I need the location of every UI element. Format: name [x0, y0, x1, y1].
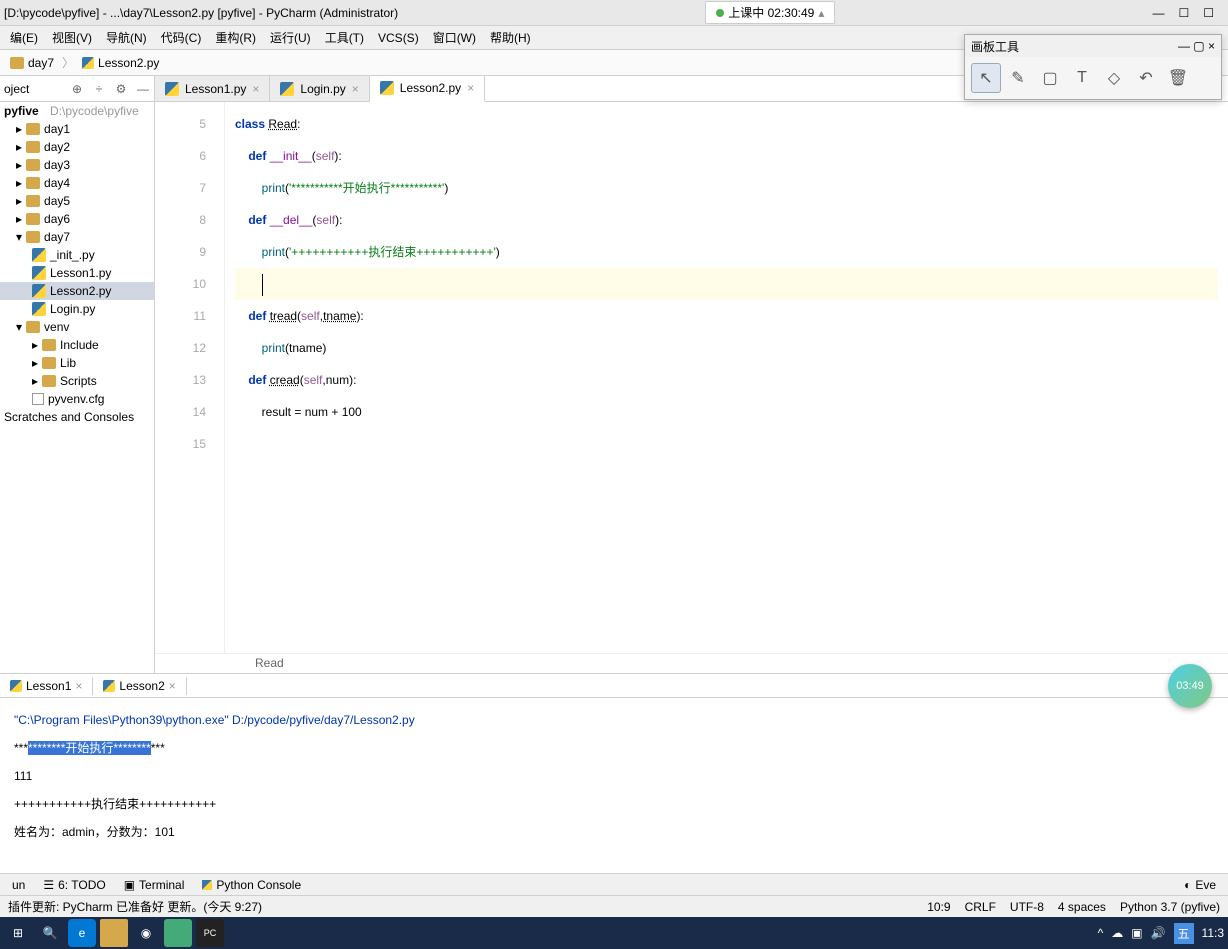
tree-dir[interactable]: ▸ day1 — [0, 120, 154, 138]
trash-icon[interactable]: 🗑 — [1163, 63, 1193, 93]
tree-file-active[interactable]: Lesson2.py — [0, 282, 154, 300]
menu-navigate[interactable]: 导航(N) — [100, 27, 153, 48]
status-eol[interactable]: CRLF — [965, 900, 996, 914]
tree-file[interactable]: Login.py — [0, 300, 154, 318]
app-icon[interactable] — [164, 919, 192, 947]
tree-scratch[interactable]: Scratches and Consoles — [0, 408, 154, 426]
status-indent[interactable]: 4 spaces — [1058, 900, 1106, 914]
text-tool-icon[interactable]: T — [1067, 63, 1097, 93]
crumb-file[interactable]: Lesson2.py — [78, 54, 163, 72]
menu-tools[interactable]: 工具(T) — [319, 27, 370, 48]
max-icon[interactable]: ▢ — [1193, 39, 1204, 53]
menu-edit[interactable]: 编(E) — [4, 27, 44, 48]
tree-dir[interactable]: ▸ day5 — [0, 192, 154, 210]
tree-dir[interactable]: ▸ day4 — [0, 174, 154, 192]
tab-lesson2[interactable]: Lesson2.py× — [370, 76, 485, 102]
tree-dir[interactable]: ▸ day6 — [0, 210, 154, 228]
status-bar: 插件更新: PyCharm 已准备好 更新。(今天 9:27) 10:9 CRL… — [0, 895, 1228, 917]
menu-vcs[interactable]: VCS(S) — [372, 29, 425, 47]
status-pos[interactable]: 10:9 — [927, 900, 950, 914]
tray-vol-icon[interactable]: 🔊 — [1151, 926, 1166, 940]
menu-code[interactable]: 代码(C) — [155, 27, 208, 48]
edge-icon[interactable]: e — [68, 919, 96, 947]
tab-events[interactable]: ◐ Eve — [1176, 876, 1224, 894]
cursor-tool-icon[interactable]: ↖ — [971, 63, 1001, 93]
pen-tool-icon[interactable]: ✎ — [1003, 63, 1033, 93]
status-enc[interactable]: UTF-8 — [1010, 900, 1044, 914]
run-tab-lesson2[interactable]: Lesson2× — [93, 677, 186, 695]
tree-dir[interactable]: ▸ Scripts — [0, 372, 154, 390]
editor-breadcrumb: Read — [155, 653, 1228, 673]
timer-badge[interactable]: 03:49 — [1168, 664, 1212, 708]
chrome-icon[interactable]: ◉ — [132, 919, 160, 947]
tray-time[interactable]: 11:3 — [1202, 926, 1224, 940]
explorer-icon[interactable] — [100, 919, 128, 947]
tab-pyconsole[interactable]: Python Console — [194, 876, 309, 894]
collapse-icon[interactable]: ÷ — [92, 82, 106, 96]
status-interp[interactable]: Python 3.7 (pyfive) — [1120, 900, 1220, 914]
tab-run[interactable]: un — [4, 876, 33, 894]
undo-icon[interactable]: ↶ — [1131, 63, 1161, 93]
close-tab-icon[interactable]: × — [467, 81, 474, 95]
tool-tabs: un ☰ 6: TODO ▣ Terminal Python Console ◐… — [0, 873, 1228, 895]
menu-run[interactable]: 运行(U) — [264, 27, 317, 48]
tree-file[interactable]: pyvenv.cfg — [0, 390, 154, 408]
maximize-icon[interactable]: ☐ — [1178, 6, 1189, 20]
target-icon[interactable]: ⊕ — [70, 82, 84, 96]
hide-icon[interactable]: — — [136, 82, 150, 96]
gutter: 5 6 7 8 9 10 11 12 13 14 15 — [155, 102, 225, 653]
minimize-icon[interactable]: — — [1152, 6, 1164, 20]
tree-dir[interactable]: ▾ day7 — [0, 228, 154, 246]
status-msg: 插件更新: PyCharm 已准备好 更新。(今天 9:27) — [8, 898, 927, 915]
tab-terminal[interactable]: ▣ Terminal — [116, 876, 193, 894]
close-tab-icon[interactable]: × — [252, 82, 259, 96]
window-title: [D:\pycode\pyfive] - ...\day7\Lesson2.py… — [4, 6, 398, 20]
code-editor[interactable]: 5 6 7 8 9 10 11 12 13 14 15 class Read: … — [155, 102, 1228, 653]
tray-net-icon[interactable]: ▣ — [1131, 926, 1142, 940]
tab-todo[interactable]: ☰ 6: TODO — [35, 876, 113, 894]
search-icon[interactable]: 🔍 — [36, 919, 64, 947]
close-icon[interactable]: ☐ — [1203, 6, 1214, 20]
tray-up-icon[interactable]: ^ — [1098, 926, 1104, 940]
tree-root[interactable]: pyfive D:\pycode\pyfive — [0, 102, 154, 120]
tree-file[interactable]: _init_.py — [0, 246, 154, 264]
tray-cloud-icon[interactable]: ☁ — [1111, 926, 1123, 940]
menu-refactor[interactable]: 重构(R) — [209, 27, 262, 48]
rect-tool-icon[interactable]: ▢ — [1035, 63, 1065, 93]
tree-dir[interactable]: ▸ day3 — [0, 156, 154, 174]
menu-view[interactable]: 视图(V) — [46, 27, 98, 48]
tree-file[interactable]: Lesson1.py — [0, 264, 154, 282]
project-header: oject — [4, 82, 62, 96]
pycharm-icon[interactable]: PC — [196, 919, 224, 947]
tray-ime[interactable]: 五 — [1174, 923, 1194, 944]
eraser-tool-icon[interactable]: ◇ — [1099, 63, 1129, 93]
recording-badge[interactable]: 上课中 02:30:49▴ — [705, 1, 835, 24]
project-panel: oject ⊕ ÷ ⚙ — pyfive D:\pycode\pyfive ▸ … — [0, 76, 155, 673]
run-tab-lesson1[interactable]: Lesson1× — [0, 677, 93, 695]
start-icon[interactable]: ⊞ — [4, 919, 32, 947]
tab-login[interactable]: Login.py× — [270, 76, 369, 101]
tree-dir[interactable]: ▸ day2 — [0, 138, 154, 156]
crumb-day7[interactable]: day7 — [6, 54, 58, 72]
tree-dir[interactable]: ▸ Lib — [0, 354, 154, 372]
tab-lesson1[interactable]: Lesson1.py× — [155, 76, 270, 101]
tree-dir[interactable]: ▸ Include — [0, 336, 154, 354]
menu-window[interactable]: 窗口(W) — [427, 27, 482, 48]
menu-help[interactable]: 帮助(H) — [484, 27, 537, 48]
gear-icon[interactable]: ⚙ — [114, 82, 128, 96]
close-tab-icon[interactable]: × — [352, 82, 359, 96]
min-icon[interactable]: — — [1178, 39, 1190, 53]
tree-venv[interactable]: ▾ venv — [0, 318, 154, 336]
taskbar: ⊞ 🔍 e ◉ PC ^ ☁ ▣ 🔊 五 11:3 — [0, 917, 1228, 949]
console-output[interactable]: "C:\Program Files\Python39\python.exe" D… — [0, 698, 1228, 854]
run-panel: Lesson1× Lesson2× "C:\Program Files\Pyth… — [0, 673, 1228, 873]
close-icon[interactable]: × — [1208, 39, 1215, 53]
draw-panel[interactable]: 画板工具 — ▢ × ↖ ✎ ▢ T ◇ ↶ 🗑 — [964, 34, 1222, 100]
